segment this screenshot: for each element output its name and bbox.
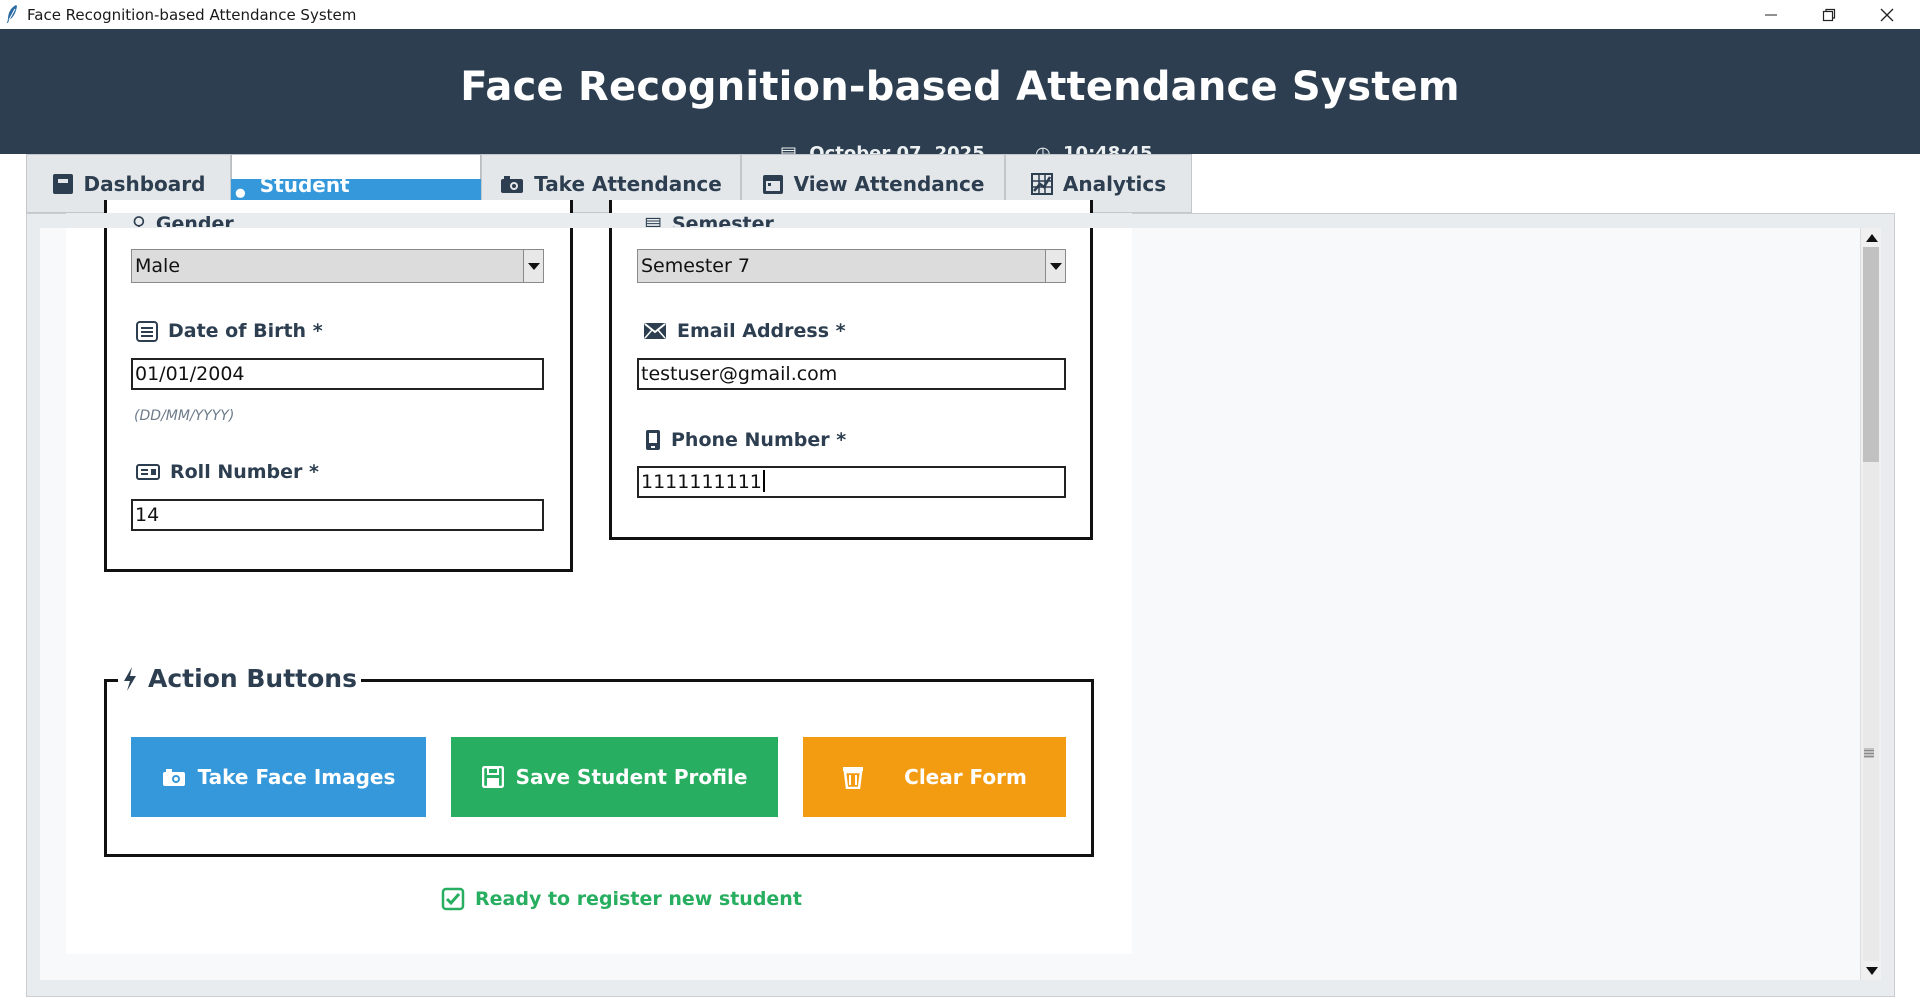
email-input[interactable]: testuser@gmail.com (637, 358, 1066, 390)
take-face-images-button[interactable]: Take Face Images (131, 737, 426, 817)
window-titlebar: Face Recognition-based Attendance System (0, 0, 1920, 29)
close-icon (1880, 8, 1894, 21)
vertical-scrollbar[interactable] (1860, 228, 1881, 980)
restore-button[interactable] (1800, 0, 1858, 29)
scroll-up-arrow-icon (1865, 233, 1878, 242)
app-title: Face Recognition-based Attendance System (460, 64, 1460, 110)
status-message: Ready to register new student (441, 887, 802, 911)
checkbox-checked-icon (441, 887, 465, 911)
tab-label: View Attendance (793, 171, 985, 196)
roll-label: Roll Number * (136, 461, 319, 483)
gender-label: ⚲ Gender (132, 213, 234, 227)
scroll-grip-icon (1864, 748, 1874, 758)
dashboard-icon (52, 173, 73, 194)
dob-input[interactable]: 01/01/2004 (131, 358, 544, 390)
phone-input[interactable]: 1111111111 (637, 466, 1066, 498)
scroll-track[interactable] (1863, 462, 1879, 961)
close-button[interactable] (1858, 0, 1916, 29)
tab-label: Take Attendance (534, 171, 722, 196)
semester-icon: ▤ (644, 213, 662, 227)
envelope-icon (644, 323, 666, 339)
chart-icon (1030, 172, 1053, 195)
gender-icon: ⚲ (132, 213, 146, 227)
phone-icon (646, 430, 660, 450)
dob-label: Date of Birth * (136, 320, 323, 342)
semester-label: ▤ Semester (644, 213, 774, 227)
dob-format-hint: (DD/MM/YYYY) (134, 408, 235, 424)
feather-icon (7, 5, 17, 23)
save-student-profile-button[interactable]: Save Student Profile (451, 737, 778, 817)
trash-icon (843, 767, 864, 789)
date-time-line: ▤ October 07, 2025 ◷ 10:48:45 (780, 143, 1153, 154)
restore-icon (1822, 8, 1836, 21)
header-time: 10:48:45 (1063, 143, 1153, 154)
phone-label: Phone Number * (645, 429, 846, 451)
chevron-down-icon[interactable] (523, 250, 543, 282)
minimize-icon (1765, 14, 1777, 15)
window-title: Face Recognition-based Attendance System (27, 6, 357, 24)
calendar-icon (136, 321, 158, 342)
tab-label: Analytics (1062, 171, 1167, 196)
tab-label: Dashboard (83, 171, 206, 196)
action-buttons-title: Action Buttons (118, 664, 361, 693)
camera-icon (501, 175, 524, 193)
save-icon (481, 766, 504, 788)
chevron-down-icon[interactable] (1045, 250, 1065, 282)
id-card-icon (136, 464, 160, 480)
header-date: October 07, 2025 (809, 143, 985, 154)
scroll-down-arrow-icon (1865, 966, 1878, 975)
clock-icon: ◷ (1035, 143, 1051, 154)
scroll-down-button[interactable] (1861, 961, 1882, 980)
text-cursor (762, 470, 765, 492)
email-label: Email Address * (643, 320, 846, 342)
camera-icon (162, 769, 185, 786)
roll-input[interactable]: 14 (131, 499, 544, 531)
minimize-button[interactable] (1742, 0, 1800, 29)
app-header: Face Recognition-based Attendance System… (0, 29, 1920, 154)
gender-select[interactable]: Male (131, 249, 544, 283)
calendar-icon: ▤ (780, 143, 798, 154)
calendar-icon (762, 174, 783, 194)
lightning-icon (124, 666, 136, 691)
scroll-up-button[interactable] (1861, 228, 1882, 247)
clear-form-button[interactable]: Clear Form (803, 737, 1066, 817)
semester-select[interactable]: Semester 7 (637, 249, 1066, 283)
